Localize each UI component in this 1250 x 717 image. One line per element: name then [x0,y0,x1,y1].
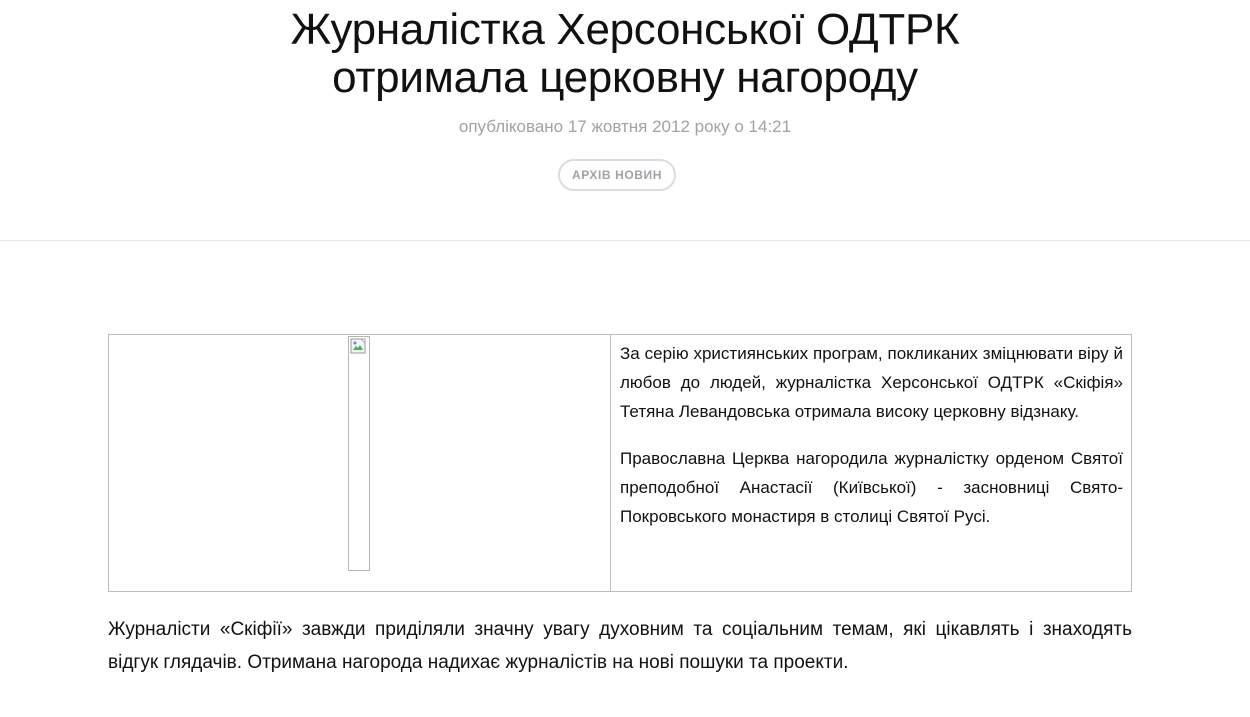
publish-date: опубліковано 17 жовтня 2012 року о 14:21 [458,117,792,136]
article-title: Журналістка Херсонської ОДТРК отримала ц… [0,6,1250,102]
article-content-table: За серію християнських програм, покликан… [108,334,1132,592]
article-title-line-1: Журналістка Херсонської ОДТРК [290,5,960,54]
article-paragraph-1: За серію християнських програм, покликан… [620,344,1123,421]
article-title-line-2: отримала церковну нагороду [332,53,918,102]
article-image [348,336,370,571]
article-paragraph-2: Православна Церква нагородила журналістк… [620,449,1123,526]
broken-image-icon [350,338,366,354]
article-paragraph-3: Журналісти «Скіфії» завжди приділяли зна… [108,619,1132,673]
content-table-row: За серію християнських програм, покликан… [108,334,1132,592]
text-cell: За серію християнських програм, покликан… [610,334,1132,592]
archive-news-tag-button[interactable]: АРХІВ НОВИН [558,159,676,191]
article-header: Журналістка Херсонської ОДТРК отримала ц… [0,0,1250,241]
image-cell [108,334,611,592]
